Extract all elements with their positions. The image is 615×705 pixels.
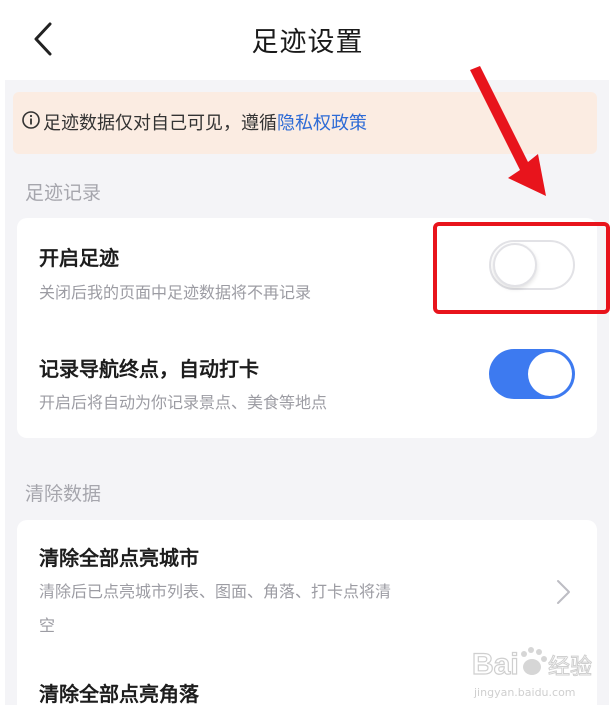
annotation-arrow-icon [470, 66, 546, 196]
toggle-knob [528, 352, 572, 396]
svg-text:Bai: Bai [472, 648, 519, 681]
auto-checkin-subtitle: 开启后将自动为你记录景点、美食等地点 [39, 393, 328, 412]
section-label-clear: 清除数据 [25, 483, 102, 505]
baidu-jingyan-watermark: Bai 经验 jingyan.baidu.com [470, 640, 600, 702]
clear-cities-subtitle-line2: 空 [39, 616, 56, 635]
clear-cities-title: 清除全部点亮城市 [39, 546, 199, 570]
svg-text:经验: 经验 [548, 655, 592, 680]
baidu-logo-icon: Bai 经验 jingyan.baidu.com [471, 647, 593, 699]
auto-checkin-toggle[interactable] [489, 349, 575, 399]
enable-footprint-title: 开启足迹 [39, 246, 119, 270]
annotation-highlight-box [433, 222, 610, 314]
notice-message: 足迹数据仅对自己可见，遵循 [43, 113, 277, 134]
page-title: 足迹设置 [251, 27, 364, 58]
clear-corners-title[interactable]: 清除全部点亮角落 [39, 678, 199, 705]
info-icon [22, 111, 40, 129]
clear-cities-subtitle-line1: 清除后已点亮城市列表、图面、角落、打卡点将清 [39, 582, 392, 601]
section-label-footprint: 足迹记录 [25, 182, 102, 204]
privacy-policy-link[interactable]: 隐私权政策 [277, 113, 367, 134]
chevron-right-icon [557, 580, 570, 604]
auto-checkin-title: 记录导航终点，自动打卡 [39, 357, 259, 381]
enable-footprint-subtitle: 关闭后我的页面中足迹数据将不再记录 [39, 283, 312, 302]
svg-text:jingyan.baidu.com: jingyan.baidu.com [473, 686, 576, 699]
notice-text: 足迹数据仅对自己可见，遵循隐私权政策 [43, 109, 367, 135]
